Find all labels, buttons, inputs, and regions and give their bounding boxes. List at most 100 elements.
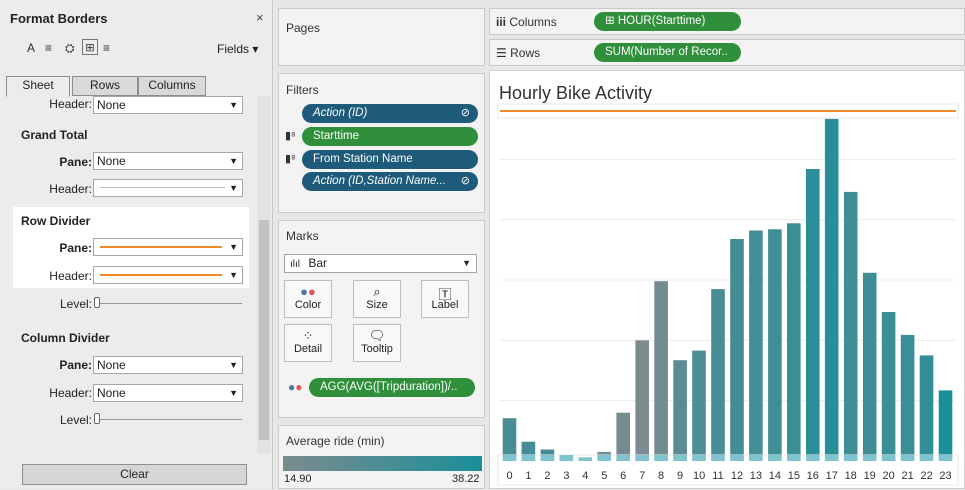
- legend-title: Average ride (min): [286, 434, 385, 448]
- x-tick-label: 13: [750, 470, 762, 482]
- column-divider-level-slider[interactable]: [96, 419, 242, 420]
- mark-type-dropdown[interactable]: ılıl Bar ▼: [284, 254, 477, 273]
- bar-hour-18[interactable]: [843, 191, 858, 461]
- filter-pill-action-id[interactable]: Action (ID) ⊘: [302, 104, 478, 123]
- chart-area[interactable]: Hourly Bike Activity 0 1 2 3 4 5 6 7 8 9 10 11 12 13 1…: [489, 70, 965, 489]
- bar-base-hour-11: [711, 455, 725, 461]
- font-icon[interactable]: A: [27, 40, 35, 56]
- rows-shelf[interactable]: ☰ Rows SUM(Number of Recor..: [489, 39, 965, 66]
- close-icon[interactable]: ×: [256, 10, 264, 25]
- pill-label: From Station Name: [313, 153, 413, 165]
- detail-button[interactable]: ⁘ Detail: [284, 324, 332, 362]
- row-divider-level-slider[interactable]: [96, 303, 242, 304]
- lines-icon[interactable]: ≡: [103, 40, 110, 56]
- bar-hour-16[interactable]: [806, 169, 820, 461]
- row-divider-pane-combo[interactable]: ▼: [93, 238, 243, 256]
- bar-hour-17[interactable]: [824, 118, 839, 462]
- color-legend-ramp[interactable]: [283, 456, 482, 471]
- shading-icon[interactable]: ⛭: [65, 40, 75, 56]
- fields-dropdown[interactable]: Fields ▾: [217, 42, 258, 56]
- format-panel-scrollbar[interactable]: [257, 96, 271, 454]
- bar-hour-14[interactable]: [768, 229, 782, 461]
- color-dots-icon: ●●: [300, 284, 316, 299]
- rows-pill[interactable]: SUM(Number of Recor..: [594, 43, 741, 62]
- columns-shelf[interactable]: iii Columns ⊞ HOUR(Starttime): [489, 8, 965, 35]
- grand-total-header-combo[interactable]: ▼: [93, 179, 243, 197]
- x-tick-label: 23: [939, 470, 951, 482]
- bar-hour-20[interactable]: [881, 312, 896, 461]
- x-tick-label: 16: [807, 470, 819, 482]
- mark-button-label: Color: [294, 299, 322, 311]
- bar-hour-6[interactable]: [616, 412, 630, 461]
- line-style-sample: [100, 274, 222, 276]
- bar-hour-8[interactable]: [654, 281, 668, 461]
- column-divider-pane-combo[interactable]: None ▼: [93, 356, 243, 374]
- bar-hour-9[interactable]: [673, 360, 687, 461]
- filter-pill-from-station[interactable]: From Station Name: [302, 150, 478, 169]
- borders-icon[interactable]: ⊞: [82, 39, 98, 55]
- detail-icon: ⁘: [302, 328, 314, 343]
- x-tick-label: 17: [826, 470, 838, 482]
- clear-button[interactable]: Clear: [22, 464, 247, 485]
- grand-total-heading: Grand Total: [21, 128, 88, 142]
- bar-base-hour-4: [578, 457, 593, 461]
- grand-total-pane-combo[interactable]: None ▼: [93, 152, 243, 170]
- chevron-down-icon: ▼: [229, 360, 238, 370]
- line-style-sample: [100, 187, 225, 188]
- row-divider-header-combo[interactable]: ▼: [93, 266, 243, 284]
- slider-handle[interactable]: [94, 297, 100, 308]
- bar-hour-15[interactable]: [787, 223, 801, 461]
- legend-max: 38.22: [452, 473, 480, 485]
- x-tick-label: 2: [544, 470, 550, 482]
- mark-button-label: Tooltip: [361, 343, 393, 355]
- size-button[interactable]: ⌕ Size: [353, 280, 401, 318]
- line-style-sample: [100, 246, 222, 248]
- tab-sheet[interactable]: Sheet: [6, 76, 70, 97]
- x-tick-label: 20: [882, 470, 894, 482]
- bar-hour-7[interactable]: [635, 340, 649, 461]
- bar-hour-12[interactable]: [730, 239, 744, 461]
- bar-hour-22[interactable]: [919, 355, 934, 461]
- label-button[interactable]: 🅃 Label: [421, 280, 469, 318]
- legend-min: 14.90: [284, 473, 312, 485]
- scrollbar-thumb[interactable]: [259, 220, 269, 440]
- tab-rows[interactable]: Rows: [72, 76, 138, 96]
- filter-pill-action-id-station[interactable]: Action (ID,Station Name... ⊘: [302, 172, 478, 191]
- tooltip-button[interactable]: 🗨 Tooltip: [353, 324, 401, 362]
- bar-base-hour-9: [673, 455, 687, 461]
- bar-hour-13[interactable]: [749, 230, 763, 462]
- color-field-pill[interactable]: AGG(AVG([Tripduration])/..: [309, 378, 475, 397]
- rows-icon: ☰: [496, 46, 507, 60]
- tab-columns[interactable]: Columns: [138, 76, 206, 96]
- size-icon: ⌕: [373, 284, 381, 299]
- bar-hour-10[interactable]: [692, 350, 706, 461]
- columns-pill[interactable]: ⊞ HOUR(Starttime): [594, 12, 741, 31]
- top-header-combo[interactable]: None ▼: [93, 96, 243, 114]
- alignment-icon[interactable]: ≡: [45, 40, 52, 56]
- slider-handle[interactable]: [94, 413, 100, 424]
- bar-hour-11[interactable]: [711, 289, 725, 461]
- column-divider-header-combo[interactable]: None ▼: [93, 384, 243, 402]
- x-tick-label: 6: [620, 470, 626, 482]
- chevron-down-icon: ▼: [229, 156, 238, 166]
- x-tick-label: 1: [525, 470, 531, 482]
- pill-label: HOUR(Starttime): [617, 15, 706, 27]
- x-tick-label: 9: [677, 470, 683, 482]
- chevron-down-icon: ▼: [229, 270, 238, 280]
- color-button[interactable]: ●● Color: [284, 280, 332, 318]
- mark-button-label: Label: [431, 299, 459, 311]
- bar-hour-19[interactable]: [862, 272, 877, 461]
- bar-hour-23[interactable]: [938, 390, 953, 461]
- bar-base-hour-22: [919, 455, 934, 461]
- bar-base-hour-14: [768, 455, 782, 461]
- filter-pill-starttime[interactable]: Starttime: [302, 127, 478, 146]
- bar-base-hour-15: [787, 455, 801, 461]
- bar-hour-21[interactable]: [900, 334, 915, 461]
- rows-label: Rows: [510, 46, 541, 60]
- expand-icon: ⊞: [605, 15, 618, 27]
- format-panel-title: Format Borders: [10, 11, 108, 26]
- mark-type-value: Bar: [308, 256, 328, 270]
- row-divider-heading: Row Divider: [21, 214, 91, 228]
- pages-card[interactable]: Pages: [278, 8, 485, 66]
- bar-chart[interactable]: 0 1 2 3 4 5 6 7 8 9 10 11 12 13 14 15 16 17 18 19 20 21 22 23: [490, 71, 965, 490]
